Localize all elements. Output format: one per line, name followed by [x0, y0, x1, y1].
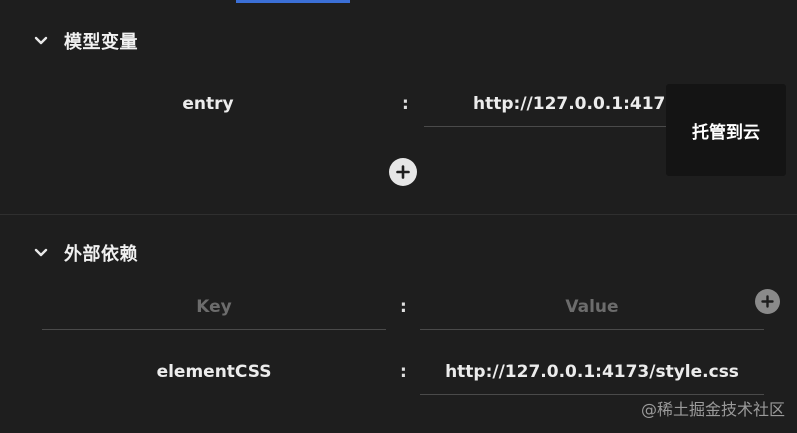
value-input[interactable]: Value: [420, 297, 764, 317]
chevron-down-icon[interactable]: [34, 246, 48, 260]
section-header-external-deps[interactable]: 外部依赖: [34, 240, 138, 266]
key-input-underline: [42, 329, 386, 330]
plus-icon: [761, 295, 774, 308]
variable-key: entry: [182, 94, 234, 114]
add-dependency-button[interactable]: [755, 289, 780, 314]
chevron-down-icon[interactable]: [34, 34, 48, 48]
section-divider: [0, 214, 797, 215]
value-input-underline: [420, 329, 764, 330]
variable-value-field[interactable]: http://127.0.0.1:4173/: [473, 94, 665, 114]
app-root: 模型变量 entry : http://127.0.0.1:4173/ 托管到云…: [0, 0, 797, 433]
value-field-underline: [424, 126, 670, 127]
add-variable-button[interactable]: [389, 158, 417, 186]
value-field-underline: [420, 394, 764, 395]
plus-icon: [396, 165, 410, 179]
section-title: 模型变量: [64, 32, 138, 53]
key-input[interactable]: Key: [42, 297, 386, 317]
host-to-cloud-tooltip[interactable]: 托管到云: [666, 84, 786, 176]
key-value-separator: :: [402, 94, 409, 114]
watermark: @稀土掘金技术社区: [640, 400, 785, 419]
active-tab-indicator: [236, 0, 350, 3]
key-value-separator: :: [400, 362, 407, 382]
section-title: 外部依赖: [64, 244, 138, 265]
dependency-value-field[interactable]: http://127.0.0.1:4173/style.css: [420, 362, 764, 382]
key-value-separator: :: [400, 297, 407, 317]
dependency-key: elementCSS: [156, 362, 272, 382]
section-header-model-vars[interactable]: 模型变量: [34, 28, 138, 54]
